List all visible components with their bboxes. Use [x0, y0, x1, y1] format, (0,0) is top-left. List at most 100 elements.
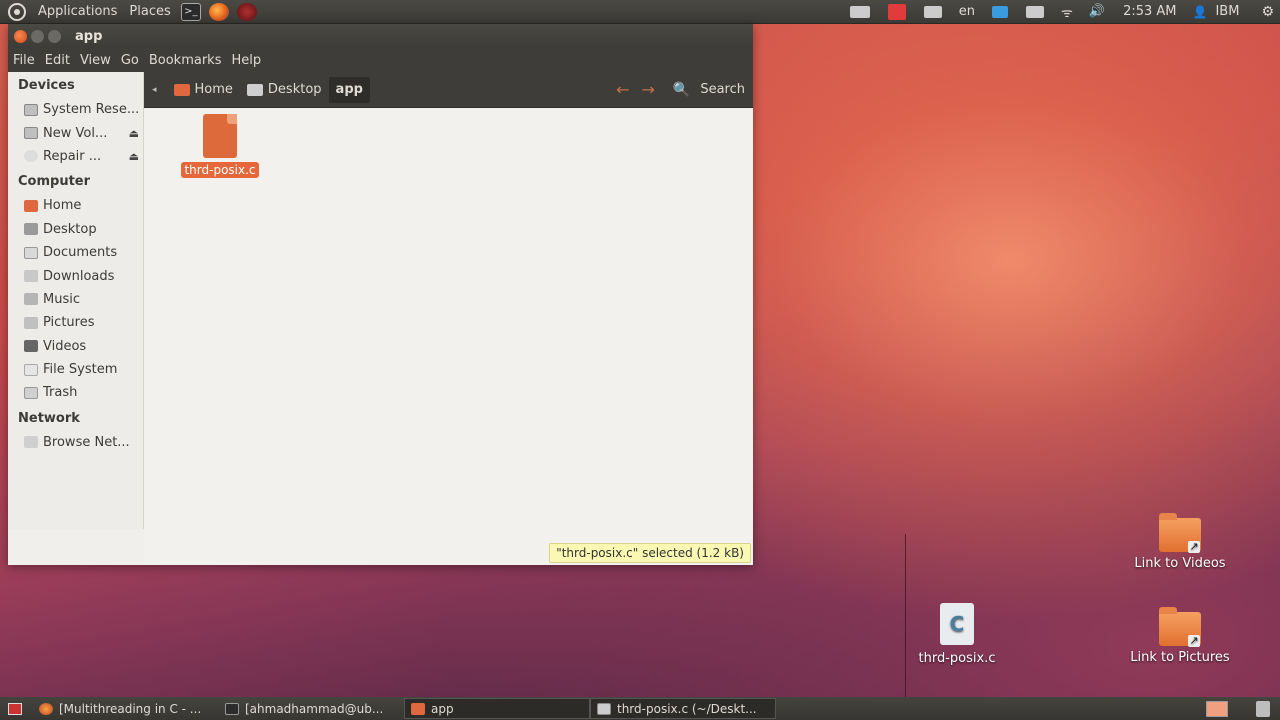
desktop-icon-label: Link to Videos — [1134, 556, 1226, 571]
folder-link-icon — [1159, 513, 1201, 553]
task-label: thrd-posix.c (~/Deskt... — [617, 701, 757, 716]
keyboard-tray-icon[interactable] — [849, 5, 870, 18]
workspace-switcher[interactable] — [1206, 700, 1228, 717]
menu-file[interactable]: File — [8, 53, 40, 68]
drive-icon — [24, 127, 38, 140]
user-name[interactable]: IBM — [1215, 4, 1239, 19]
videos-icon — [24, 340, 38, 353]
sidebar-item-label: Desktop — [43, 221, 97, 237]
sidebar-item-videos[interactable]: Videos — [8, 335, 143, 358]
window-titlebar[interactable]: app — [8, 24, 753, 48]
menu-go[interactable]: Go — [116, 53, 144, 68]
sidebar-item-label: System Rese... — [43, 102, 140, 118]
desktop-icon — [24, 223, 38, 236]
menu-bookmarks[interactable]: Bookmarks — [144, 53, 227, 68]
downloads-icon — [24, 270, 38, 283]
task-label: [ahmadhammad@ub... — [245, 701, 384, 716]
sidebar-item-downloads[interactable]: Downloads — [8, 264, 143, 287]
update-tray-icon[interactable] — [887, 3, 906, 20]
network-icon — [24, 436, 38, 449]
sidebar-item-label: Repair ... — [43, 148, 102, 164]
top-panel: Applications Places >_ en ᯤ 🔊 2:53 AM 👤 … — [0, 0, 1280, 24]
sidebar-item-label: Music — [43, 291, 80, 307]
sidebar-item-label: Pictures — [43, 315, 95, 331]
gear-icon[interactable]: ⚙ — [1261, 4, 1274, 20]
file-manager-window: app File Edit View Go Bookmarks Help ◂ H… — [8, 24, 753, 565]
sidebar-item-pictures[interactable]: Pictures — [8, 311, 143, 334]
menu-view[interactable]: View — [75, 53, 116, 68]
places-menu[interactable]: Places — [123, 4, 176, 19]
sidebar-item-label: File System — [43, 362, 118, 378]
documents-icon — [24, 246, 38, 259]
desktop-icon — [246, 83, 263, 96]
file-item[interactable]: thrd-posix.c — [178, 114, 262, 178]
mail-tray-icon[interactable] — [992, 5, 1009, 18]
sidebar-item-browse-network[interactable]: Browse Net... — [8, 431, 143, 454]
taskbar-item-editor[interactable]: thrd-posix.c (~/Deskt... — [590, 698, 776, 719]
wifi-icon[interactable]: ᯤ — [1061, 3, 1073, 21]
breadcrumb-label: app — [335, 82, 363, 97]
sidebar-item-desktop[interactable]: Desktop — [8, 218, 143, 241]
taskbar-item-terminal[interactable]: [ahmadhammad@ub... — [218, 698, 404, 719]
terminal-icon — [225, 702, 239, 715]
folder-icon — [411, 702, 425, 715]
sidebar-heading-network: Network — [18, 410, 80, 426]
ubuntu-logo-icon[interactable] — [8, 2, 26, 21]
user-icon: 👤 — [1192, 4, 1208, 19]
sidebar-item-documents[interactable]: Documents — [8, 241, 143, 264]
taskbar-item-app[interactable]: app — [404, 698, 590, 719]
battery-tray-icon[interactable] — [923, 5, 942, 18]
breadcrumb-left-arrow-icon[interactable]: ◂ — [152, 85, 157, 95]
search-button[interactable]: 🔍 Search — [673, 82, 745, 98]
maximize-icon[interactable] — [48, 29, 61, 43]
file-view[interactable]: thrd-posix.c "thrd-posix.c" selected (1.… — [144, 108, 753, 565]
forward-arrow-icon[interactable]: → — [641, 80, 654, 99]
sidebar-item-trash[interactable]: Trash — [8, 381, 143, 404]
sidebar-heading-computer: Computer — [18, 174, 91, 190]
terminal-launcher-icon[interactable]: >_ — [180, 2, 201, 21]
sidebar-item-repair[interactable]: Repair ... ⏏ — [8, 145, 143, 168]
applications-menu[interactable]: Applications — [32, 4, 123, 19]
taskbar-item-firefox[interactable]: [Multithreading in C - ... — [32, 698, 218, 719]
desktop-link-videos[interactable]: Link to Videos — [1128, 513, 1232, 571]
keyboard-layout-indicator[interactable]: en — [959, 4, 975, 19]
menu-help[interactable]: Help — [226, 53, 266, 68]
power-tray-icon[interactable] — [1026, 5, 1045, 18]
sidebar-item-home[interactable]: Home — [8, 194, 143, 217]
trash-icon[interactable] — [1256, 700, 1270, 717]
nav-arrows: ← → — [610, 80, 661, 99]
task-label: [Multithreading in C - ... — [59, 701, 202, 716]
text-file-icon — [203, 114, 237, 158]
show-desktop-icon[interactable] — [8, 702, 22, 715]
desktop-link-pictures[interactable]: Link to Pictures — [1124, 607, 1236, 665]
eject-icon[interactable]: ⏏ — [129, 127, 139, 140]
search-icon: 🔍 — [672, 81, 691, 98]
desktop-file-thrd-posix[interactable]: C thrd-posix.c — [910, 603, 1004, 666]
breadcrumb-label: Home — [194, 82, 233, 97]
breadcrumb-home[interactable]: Home — [167, 77, 240, 103]
menubar: File Edit View Go Bookmarks Help — [8, 48, 753, 72]
close-icon[interactable] — [14, 29, 27, 43]
app-launcher-icon[interactable] — [236, 2, 257, 21]
sidebar-item-music[interactable]: Music — [8, 288, 143, 311]
home-folder-icon — [173, 83, 190, 96]
sidebar-item-new-volume[interactable]: New Vol... ⏏ — [8, 121, 143, 144]
back-arrow-icon[interactable]: ← — [616, 80, 629, 99]
clock[interactable]: 2:53 AM — [1123, 4, 1176, 19]
menu-edit[interactable]: Edit — [40, 53, 75, 68]
bottom-panel: [Multithreading in C - ... [ahmadhammad@… — [0, 697, 1280, 720]
sidebar-item-system-reserved[interactable]: System Rese... — [8, 98, 143, 121]
breadcrumb-app[interactable]: app — [328, 76, 370, 103]
sidebar-item-file-system[interactable]: File System — [8, 358, 143, 381]
sidebar-item-label: Home — [43, 198, 82, 214]
volume-icon[interactable]: 🔊 — [1089, 4, 1105, 19]
minimize-icon[interactable] — [31, 29, 44, 43]
places-sidebar: Devices System Rese... New Vol... ⏏ Repa… — [8, 72, 144, 529]
eject-icon[interactable]: ⏏ — [129, 150, 139, 163]
firefox-launcher-icon[interactable] — [208, 2, 229, 21]
home-folder-icon — [24, 199, 38, 212]
sidebar-item-label: Documents — [43, 245, 118, 261]
breadcrumb-desktop[interactable]: Desktop — [240, 77, 329, 103]
breadcrumb-label: Desktop — [267, 82, 322, 97]
desktop-icon-label: thrd-posix.c — [918, 651, 996, 666]
